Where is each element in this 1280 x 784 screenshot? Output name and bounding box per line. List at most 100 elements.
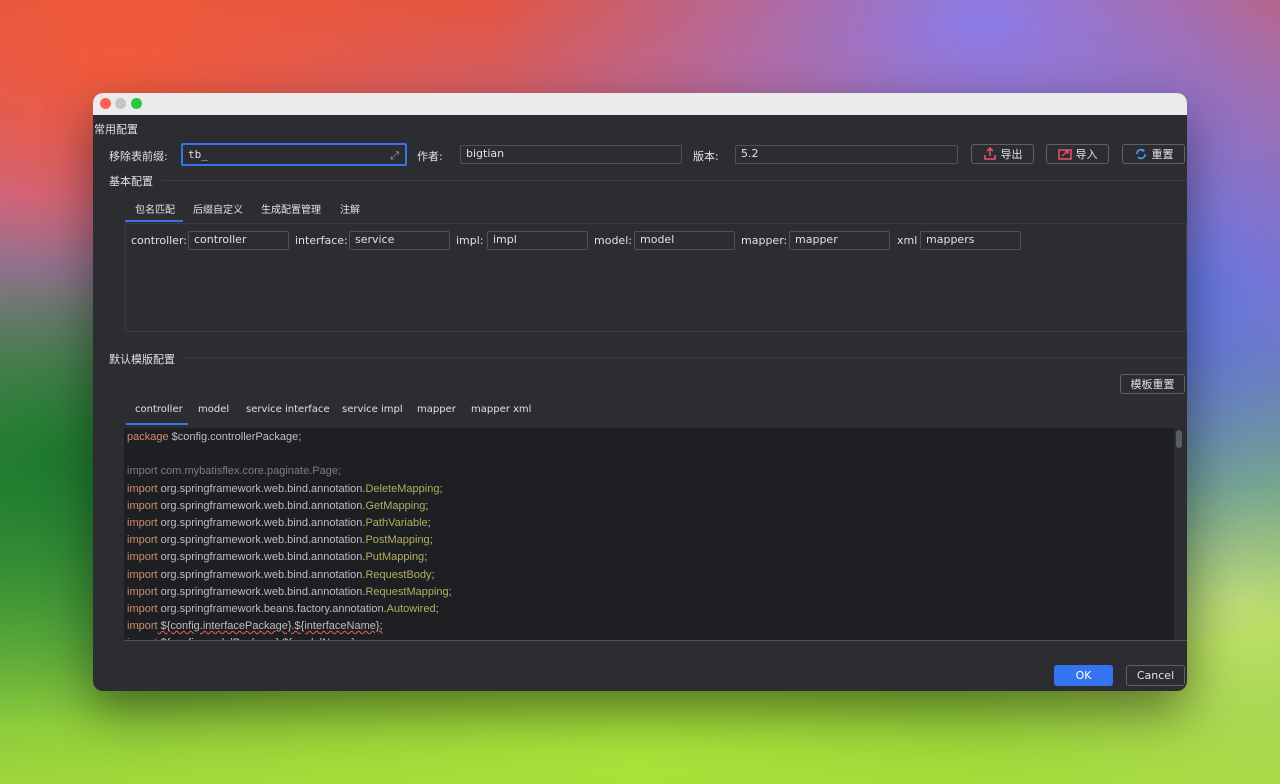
interface-package-input[interactable]: service — [349, 231, 450, 250]
close-window-button[interactable] — [100, 98, 111, 109]
model-package-value: model — [640, 233, 675, 246]
tab-generation-config[interactable]: 生成配置管理 — [261, 201, 321, 216]
tab-suffix-custom[interactable]: 后缀自定义 — [193, 201, 243, 216]
code-annotation: DeleteMapping — [365, 482, 440, 495]
author-input[interactable]: bigtian — [460, 145, 682, 164]
version-label: 版本: — [693, 150, 719, 163]
code-text: org.springframework.web.bind.annotation. — [157, 482, 366, 495]
impl-package-value: impl — [493, 233, 517, 246]
tab-mapper-xml-template[interactable]: mapper xml — [471, 404, 531, 415]
tab-active-indicator — [125, 220, 183, 222]
code-text: ${config.interfacePackage}.${interfaceNa… — [157, 620, 383, 633]
code-semicolon: ; — [424, 551, 428, 564]
template-code-editor[interactable]: package $config.controllerPackage; import… — [124, 428, 1174, 640]
cancel-label: Cancel — [1136, 669, 1175, 682]
remove-prefix-label: 移除表前缀: — [109, 150, 168, 163]
basic-config-title: 基本配置 — [109, 175, 153, 188]
code-annotation: PutMapping — [365, 551, 425, 564]
tab-package-match[interactable]: 包名匹配 — [135, 201, 175, 216]
code-keyword: package — [127, 431, 169, 443]
mapper-package-input[interactable]: mapper — [789, 231, 890, 250]
export-icon — [983, 147, 996, 160]
template-config-title: 默认模版配置 — [109, 353, 175, 366]
code-text: com.mybatisflex.core.paginate.Page; — [157, 465, 341, 478]
code-text: org.springframework.web.bind.annotation. — [157, 499, 366, 512]
code-semicolon: ; — [448, 585, 452, 598]
reset-button[interactable]: 重置 — [1122, 144, 1185, 164]
code-keyword: import — [127, 534, 158, 547]
controller-package-label: controller: — [131, 234, 187, 247]
cancel-button[interactable]: Cancel — [1126, 665, 1185, 686]
code-line: import org.springframework.web.bind.anno… — [127, 569, 435, 581]
code-line: import ${config.interfacePackage}.${inte… — [127, 620, 383, 632]
code-text: org.springframework.web.bind.annotation. — [157, 534, 366, 547]
tab-service-impl-template[interactable]: service impl — [342, 404, 403, 415]
zoom-window-button[interactable] — [131, 98, 142, 109]
code-keyword: import — [127, 465, 158, 478]
template-tab-active-indicator — [126, 423, 188, 425]
impl-package-label: impl: — [456, 234, 484, 247]
code-annotation: Autowired — [386, 603, 436, 615]
code-line: import org.springframework.web.bind.anno… — [127, 500, 428, 512]
common-config-title: 常用配置 — [94, 123, 138, 136]
impl-package-input[interactable]: impl — [487, 231, 588, 250]
model-package-input[interactable]: model — [634, 231, 735, 250]
ok-label: OK — [1075, 669, 1092, 682]
editor-scrollbar[interactable] — [1176, 430, 1182, 448]
remove-prefix-value: tb_ — [188, 148, 208, 161]
basic-config-divider — [161, 180, 1187, 181]
tab-controller-template[interactable]: controller — [135, 404, 183, 415]
ok-button[interactable]: OK — [1054, 665, 1113, 686]
code-semicolon: ; — [439, 482, 443, 495]
tab-annotations[interactable]: 注解 — [340, 201, 360, 216]
template-config-divider — [183, 357, 1187, 358]
interface-package-label: interface: — [295, 234, 348, 247]
controller-package-input[interactable]: controller — [188, 231, 289, 250]
code-keyword: import — [127, 517, 158, 529]
import-button[interactable]: 导入 — [1046, 144, 1109, 164]
code-annotation: GetMapping — [365, 499, 426, 512]
code-keyword: import — [127, 551, 158, 564]
mapper-package-value: mapper — [795, 233, 838, 246]
title-bar — [93, 93, 1187, 115]
tab-model-template[interactable]: model — [198, 404, 229, 415]
code-annotation: PathVariable — [365, 517, 428, 529]
expand-icon[interactable]: ⤢ — [390, 146, 399, 164]
interface-package-value: service — [355, 233, 395, 246]
xml-package-value: mappers — [926, 233, 975, 246]
code-keyword: import — [127, 585, 158, 598]
code-keyword: import — [127, 568, 158, 581]
controller-package-value: controller — [194, 233, 247, 246]
template-reset-label: 模板重置 — [1130, 378, 1175, 391]
code-text: $config.controllerPackage; — [168, 431, 302, 443]
tab-mapper-template[interactable]: mapper — [417, 404, 456, 415]
minimize-window-button[interactable] — [115, 98, 126, 109]
code-line: import com.mybatisflex.core.paginate.Pag… — [127, 465, 341, 477]
import-label: 导入 — [1075, 148, 1098, 161]
export-button[interactable]: 导出 — [971, 144, 1034, 164]
version-input[interactable]: 5.2 — [735, 145, 958, 164]
reset-label: 重置 — [1151, 148, 1174, 161]
settings-dialog: 常用配置 移除表前缀: tb_ ⤢ 作者: bigtian 版本: 5.2 导出… — [93, 93, 1187, 691]
author-value: bigtian — [466, 147, 505, 160]
export-label: 导出 — [1000, 148, 1023, 161]
code-line: import org.springframework.web.bind.anno… — [127, 534, 433, 546]
code-text: org.springframework.web.bind.annotation. — [157, 517, 366, 529]
xml-package-input[interactable]: mappers — [920, 231, 1021, 250]
code-line: import org.springframework.beans.factory… — [127, 603, 439, 615]
code-semicolon: ; — [435, 603, 439, 615]
code-keyword: import — [127, 499, 158, 512]
template-reset-button[interactable]: 模板重置 — [1120, 374, 1185, 394]
code-text: org.springframework.beans.factory.annota… — [157, 603, 387, 615]
remove-prefix-input[interactable]: tb_ ⤢ — [181, 143, 407, 166]
mapper-package-label: mapper: — [741, 234, 788, 247]
code-semicolon: ; — [431, 568, 435, 581]
tab-service-interface-template[interactable]: service interface — [246, 404, 330, 415]
version-value: 5.2 — [741, 147, 759, 160]
code-keyword: import — [127, 603, 158, 615]
code-text: org.springframework.web.bind.annotation. — [157, 568, 366, 581]
code-annotation: RequestMapping — [365, 585, 449, 598]
code-annotation: PostMapping — [365, 534, 430, 547]
code-line: import org.springframework.web.bind.anno… — [127, 517, 431, 529]
code-keyword: import — [127, 482, 158, 495]
